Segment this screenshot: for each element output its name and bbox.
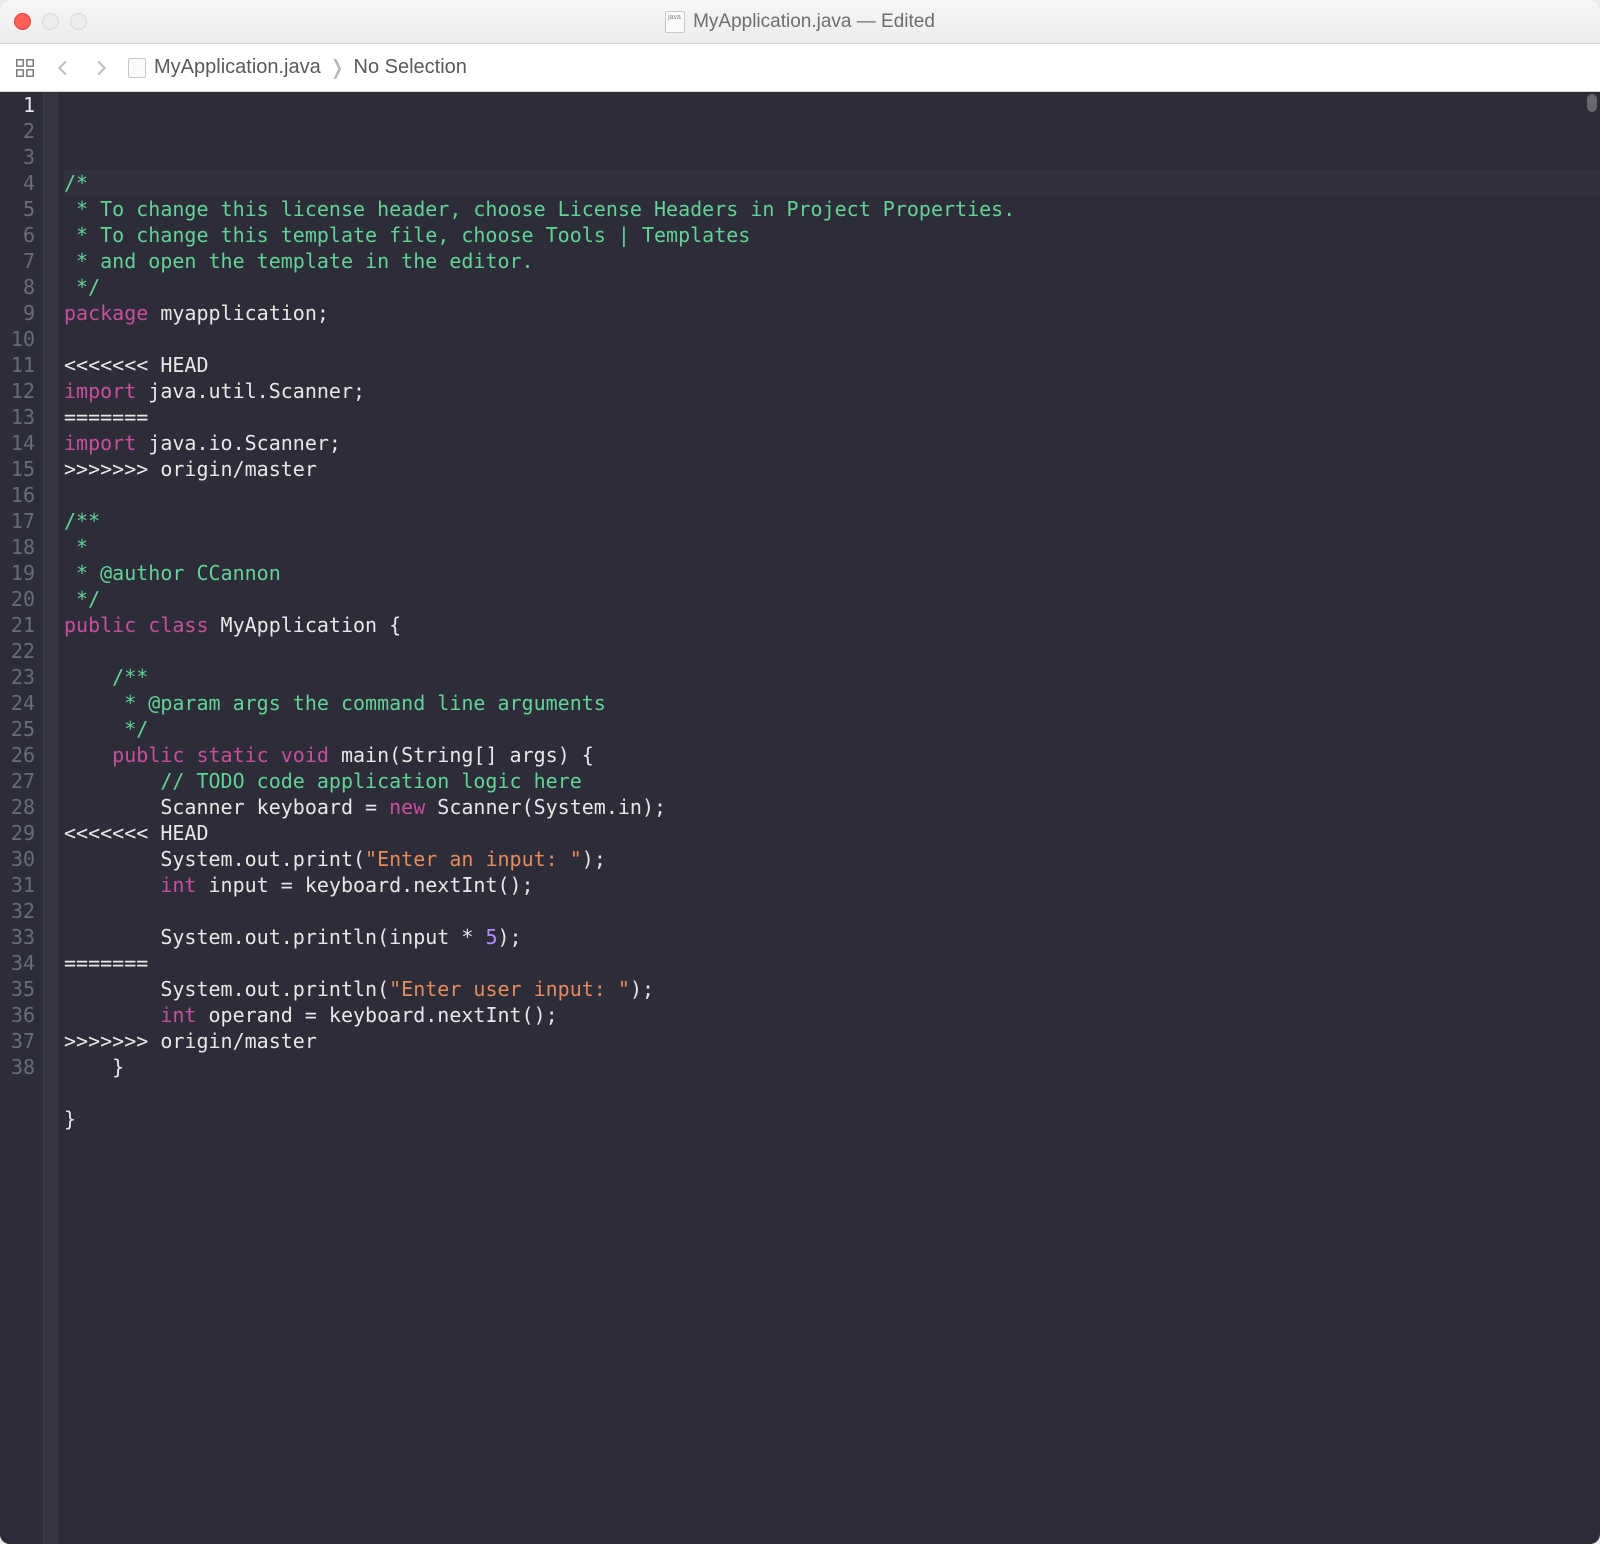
editor-window: MyApplication.java — Edited MyApplicatio… [0, 0, 1600, 1544]
traffic-lights [14, 13, 87, 30]
code-line[interactable]: package myapplication; [64, 300, 1600, 326]
code-line[interactable]: /* [64, 170, 1600, 196]
nav-forward-icon[interactable] [90, 57, 112, 79]
file-icon [128, 58, 146, 78]
line-number[interactable]: 34 [6, 950, 35, 976]
line-number[interactable]: 11 [6, 352, 35, 378]
line-number[interactable]: 2 [6, 118, 35, 144]
nav-back-icon[interactable] [52, 57, 74, 79]
code-line[interactable]: } [64, 1106, 1600, 1132]
code-line[interactable] [64, 326, 1600, 352]
code-line[interactable]: /** [64, 508, 1600, 534]
line-number[interactable]: 3 [6, 144, 35, 170]
line-number[interactable]: 1 [6, 92, 35, 118]
code-line[interactable] [64, 898, 1600, 924]
code-line[interactable]: <<<<<<< HEAD [64, 820, 1600, 846]
code-line[interactable]: * @param args the command line arguments [64, 690, 1600, 716]
line-number[interactable]: 23 [6, 664, 35, 690]
line-number[interactable]: 22 [6, 638, 35, 664]
code-line[interactable]: */ [64, 586, 1600, 612]
titlebar[interactable]: MyApplication.java — Edited [0, 0, 1600, 44]
chevron-right-icon: ❭ [329, 55, 346, 80]
line-number[interactable]: 28 [6, 794, 35, 820]
line-number-gutter[interactable]: 1234567891011121314151617181920212223242… [0, 92, 44, 1544]
related-items-icon[interactable] [14, 57, 36, 79]
line-number[interactable]: 6 [6, 222, 35, 248]
line-number[interactable]: 10 [6, 326, 35, 352]
code-line[interactable]: System.out.print("Enter an input: "); [64, 846, 1600, 872]
code-line[interactable]: * [64, 534, 1600, 560]
breadcrumb-selection[interactable]: No Selection [354, 56, 467, 79]
fold-column[interactable] [44, 92, 58, 1544]
line-number[interactable]: 20 [6, 586, 35, 612]
code-line[interactable] [64, 1080, 1600, 1106]
breadcrumb-file[interactable]: MyApplication.java [154, 56, 321, 79]
line-number[interactable]: 4 [6, 170, 35, 196]
line-number[interactable]: 21 [6, 612, 35, 638]
line-number[interactable]: 25 [6, 716, 35, 742]
code-line[interactable]: */ [64, 716, 1600, 742]
code-line[interactable]: import java.io.Scanner; [64, 430, 1600, 456]
code-line[interactable]: <<<<<<< HEAD [64, 352, 1600, 378]
window-title-text: MyApplication.java — Edited [693, 11, 935, 33]
window-title: MyApplication.java — Edited [0, 11, 1600, 33]
code-line[interactable]: ======= [64, 950, 1600, 976]
code-line[interactable]: System.out.println(input * 5); [64, 924, 1600, 950]
zoom-button[interactable] [70, 13, 87, 30]
code-line[interactable]: >>>>>>> origin/master [64, 1028, 1600, 1054]
line-number[interactable]: 9 [6, 300, 35, 326]
code-line[interactable]: public class MyApplication { [64, 612, 1600, 638]
code-line[interactable] [64, 482, 1600, 508]
toolbar: MyApplication.java ❭ No Selection [0, 44, 1600, 92]
code-line[interactable] [64, 1132, 1600, 1158]
line-number[interactable]: 26 [6, 742, 35, 768]
close-button[interactable] [14, 13, 31, 30]
code-line[interactable]: /** [64, 664, 1600, 690]
breadcrumb[interactable]: MyApplication.java ❭ No Selection [128, 55, 467, 80]
code-line[interactable]: public static void main(String[] args) { [64, 742, 1600, 768]
line-number[interactable]: 17 [6, 508, 35, 534]
line-number[interactable]: 30 [6, 846, 35, 872]
line-number[interactable]: 29 [6, 820, 35, 846]
file-icon [665, 11, 685, 33]
line-number[interactable]: 33 [6, 924, 35, 950]
line-number[interactable]: 7 [6, 248, 35, 274]
line-number[interactable]: 14 [6, 430, 35, 456]
code-line[interactable]: } [64, 1054, 1600, 1080]
code-line[interactable]: Scanner keyboard = new Scanner(System.in… [64, 794, 1600, 820]
code-line[interactable]: int operand = keyboard.nextInt(); [64, 1002, 1600, 1028]
code-line[interactable]: */ [64, 274, 1600, 300]
vertical-scrollbar[interactable] [1587, 94, 1597, 112]
line-number[interactable]: 36 [6, 1002, 35, 1028]
line-number[interactable]: 18 [6, 534, 35, 560]
code-line[interactable]: >>>>>>> origin/master [64, 456, 1600, 482]
code-line[interactable]: * and open the template in the editor. [64, 248, 1600, 274]
line-number[interactable]: 37 [6, 1028, 35, 1054]
code-line[interactable]: * @author CCannon [64, 560, 1600, 586]
code-area[interactable]: /* * To change this license header, choo… [58, 92, 1600, 1544]
line-number[interactable]: 16 [6, 482, 35, 508]
minimize-button[interactable] [42, 13, 59, 30]
code-line[interactable]: * To change this template file, choose T… [64, 222, 1600, 248]
code-line[interactable]: int input = keyboard.nextInt(); [64, 872, 1600, 898]
code-line[interactable]: import java.util.Scanner; [64, 378, 1600, 404]
code-line[interactable]: * To change this license header, choose … [64, 196, 1600, 222]
code-line[interactable]: ======= [64, 404, 1600, 430]
line-number[interactable]: 35 [6, 976, 35, 1002]
editor[interactable]: 1234567891011121314151617181920212223242… [0, 92, 1600, 1544]
line-number[interactable]: 13 [6, 404, 35, 430]
line-number[interactable]: 32 [6, 898, 35, 924]
code-line[interactable]: System.out.println("Enter user input: ")… [64, 976, 1600, 1002]
line-number[interactable]: 12 [6, 378, 35, 404]
line-number[interactable]: 31 [6, 872, 35, 898]
line-number[interactable]: 24 [6, 690, 35, 716]
line-number[interactable]: 15 [6, 456, 35, 482]
line-number[interactable]: 5 [6, 196, 35, 222]
line-number[interactable]: 38 [6, 1054, 35, 1080]
line-number[interactable]: 19 [6, 560, 35, 586]
code-line[interactable]: // TODO code application logic here [64, 768, 1600, 794]
code-line[interactable] [64, 638, 1600, 664]
line-number[interactable]: 8 [6, 274, 35, 300]
line-number[interactable]: 27 [6, 768, 35, 794]
